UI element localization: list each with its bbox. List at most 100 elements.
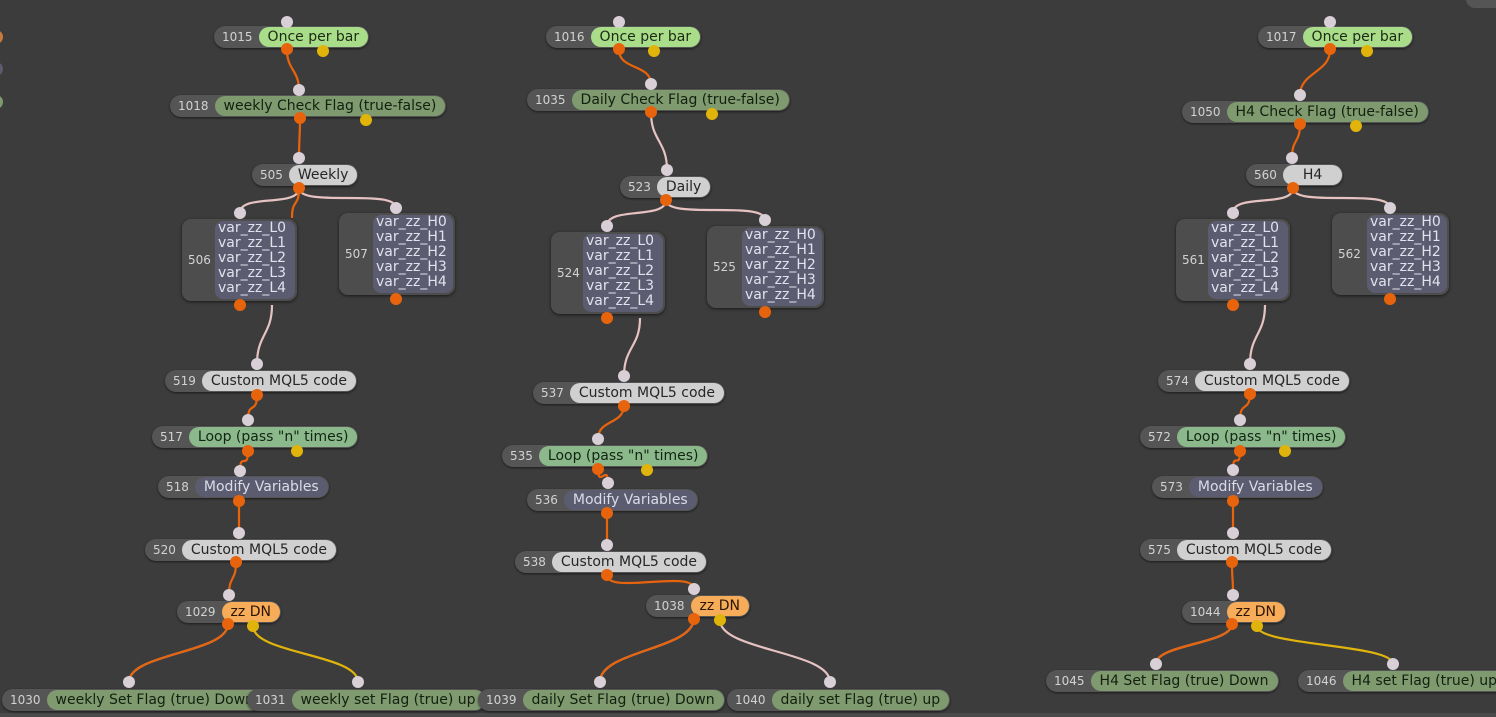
- input-pin[interactable]: [1294, 89, 1306, 101]
- input-pin[interactable]: [618, 370, 630, 382]
- output-pin[interactable]: [242, 445, 254, 457]
- output-pin[interactable]: [660, 194, 672, 206]
- input-pin[interactable]: [1234, 414, 1246, 426]
- node-561-low-variables[interactable]: 561 var_zz_L0 var_zz_L1 var_zz_L2 var_zz…: [1176, 219, 1290, 301]
- input-pin[interactable]: [293, 152, 305, 164]
- node-editor-canvas[interactable]: 1015 Once per bar 1018 weekly Check Flag…: [0, 0, 1496, 717]
- connection-wire[interactable]: [605, 574, 696, 590]
- output-pin[interactable]: [601, 569, 613, 581]
- output-pin[interactable]: [1226, 618, 1238, 630]
- output-pin[interactable]: [234, 299, 246, 311]
- output-pin[interactable]: [1227, 495, 1239, 507]
- node-536-modify-variables[interactable]: 536 Modify Variables: [527, 489, 698, 511]
- alt-output-pin[interactable]: [714, 614, 726, 626]
- connection-wire[interactable]: [1298, 49, 1332, 96]
- output-pin[interactable]: [222, 618, 234, 630]
- output-pin[interactable]: [1384, 293, 1396, 305]
- node-1035-daily-check-flag[interactable]: 1035 Daily Check Flag (true-false): [527, 89, 790, 111]
- connection-wire[interactable]: [297, 187, 398, 209]
- node-1050-h4-check-flag[interactable]: 1050 H4 Check Flag (true-false): [1182, 101, 1429, 123]
- node-1039-daily-set-flag-down[interactable]: 1039 daily Set Flag (true) Down: [478, 689, 725, 711]
- output-pin[interactable]: [293, 182, 305, 194]
- output-pin[interactable]: [251, 389, 263, 401]
- input-pin[interactable]: [390, 202, 402, 214]
- alt-output-pin[interactable]: [1279, 445, 1291, 457]
- input-pin[interactable]: [1227, 589, 1239, 601]
- connection-wire[interactable]: [127, 623, 230, 683]
- node-573-modify-variables[interactable]: 573 Modify Variables: [1152, 476, 1323, 498]
- input-pin[interactable]: [601, 539, 613, 551]
- output-pin[interactable]: [1234, 445, 1246, 457]
- node-535-loop[interactable]: 535 Loop (pass "n" times): [502, 445, 709, 467]
- input-pin[interactable]: [1227, 207, 1239, 219]
- output-pin[interactable]: [592, 463, 604, 475]
- connection-wire[interactable]: [238, 187, 301, 214]
- output-pin[interactable]: [1287, 182, 1299, 194]
- node-562-high-variables[interactable]: 562 var_zz_H0 var_zz_H1 var_zz_H2 var_zz…: [1332, 213, 1449, 295]
- node-518-modify-variables[interactable]: 518 Modify Variables: [158, 476, 329, 498]
- connection-wire[interactable]: [1248, 304, 1267, 365]
- input-pin[interactable]: [281, 16, 293, 28]
- input-pin[interactable]: [123, 676, 135, 688]
- alt-output-pin[interactable]: [317, 45, 329, 57]
- output-pin[interactable]: [618, 400, 630, 412]
- node-1031-weekly-set-flag-up[interactable]: 1031 weekly set Flag (true) up: [247, 689, 486, 711]
- input-pin[interactable]: [1286, 152, 1298, 164]
- connection-wire[interactable]: [1255, 625, 1395, 665]
- alt-output-pin[interactable]: [360, 114, 372, 126]
- input-pin[interactable]: [645, 78, 657, 90]
- input-pin[interactable]: [1384, 202, 1396, 214]
- node-1045-h4-set-flag-down[interactable]: 1045 H4 Set Flag (true) Down: [1046, 670, 1279, 692]
- output-pin[interactable]: [390, 293, 402, 305]
- input-pin[interactable]: [1387, 658, 1399, 670]
- input-pin[interactable]: [661, 164, 673, 176]
- connection-wire[interactable]: [622, 317, 642, 377]
- input-pin[interactable]: [233, 527, 245, 539]
- input-pin[interactable]: [293, 84, 305, 96]
- alt-output-pin[interactable]: [641, 464, 653, 476]
- alt-output-pin[interactable]: [1251, 620, 1263, 632]
- alt-output-pin[interactable]: [291, 445, 303, 457]
- input-pin[interactable]: [594, 676, 606, 688]
- output-pin[interactable]: [688, 613, 700, 625]
- node-1030-weekly-set-flag-down[interactable]: 1030 weekly Set Flag (true) Down: [2, 689, 265, 711]
- connection-wire[interactable]: [718, 619, 832, 683]
- input-pin[interactable]: [601, 220, 613, 232]
- top-right-node-fragment[interactable]: [1466, 0, 1496, 8]
- alt-output-pin[interactable]: [1350, 120, 1362, 132]
- node-517-loop[interactable]: 517 Loop (pass "n" times): [152, 426, 359, 448]
- node-505-weekly[interactable]: 505 Weekly: [252, 164, 359, 186]
- connection-wire[interactable]: [598, 617, 696, 683]
- connection-wire[interactable]: [649, 111, 669, 171]
- output-pin[interactable]: [1226, 556, 1238, 568]
- alt-output-pin[interactable]: [1361, 45, 1373, 57]
- node-507-high-variables[interactable]: 507 var_zz_H0 var_zz_H1 var_zz_H2 var_zz…: [339, 213, 455, 295]
- node-524-low-variables[interactable]: 524 var_zz_L0 var_zz_L1 var_zz_L2 var_zz…: [551, 232, 665, 314]
- output-pin[interactable]: [601, 507, 613, 519]
- output-pin[interactable]: [759, 306, 771, 318]
- node-1046-h4-set-flag-up[interactable]: 1046 H4 set Flag (true) up: [1298, 670, 1496, 692]
- input-pin[interactable]: [251, 358, 263, 370]
- node-1017-once-per-bar[interactable]: 1017 Once per bar: [1258, 26, 1414, 48]
- input-pin[interactable]: [1150, 658, 1162, 670]
- output-pin[interactable]: [645, 106, 657, 118]
- connection-wire[interactable]: [1231, 187, 1295, 214]
- input-pin[interactable]: [1227, 464, 1239, 476]
- input-pin[interactable]: [1244, 358, 1256, 370]
- node-506-low-variables[interactable]: 506 var_zz_L0 var_zz_L1 var_zz_L2 var_zz…: [182, 219, 297, 301]
- output-pin[interactable]: [613, 43, 625, 55]
- node-525-high-variables[interactable]: 525 var_zz_H0 var_zz_H1 var_zz_H2 var_zz…: [707, 226, 824, 308]
- output-pin[interactable]: [1227, 299, 1239, 311]
- node-572-loop[interactable]: 572 Loop (pass "n" times): [1140, 426, 1347, 448]
- connection-wire[interactable]: [605, 199, 668, 227]
- input-pin[interactable]: [759, 214, 771, 226]
- connection-wire[interactable]: [664, 199, 767, 221]
- alt-output-pin[interactable]: [247, 620, 259, 632]
- node-1040-daily-set-flag-up[interactable]: 1040 daily set Flag (true) up: [727, 689, 951, 711]
- input-pin[interactable]: [242, 414, 254, 426]
- output-pin[interactable]: [281, 43, 293, 55]
- input-pin[interactable]: [223, 589, 235, 601]
- input-pin[interactable]: [1324, 16, 1336, 28]
- node-1018-weekly-check-flag[interactable]: 1018 weekly Check Flag (true-false): [170, 95, 447, 117]
- alt-output-pin[interactable]: [648, 45, 660, 57]
